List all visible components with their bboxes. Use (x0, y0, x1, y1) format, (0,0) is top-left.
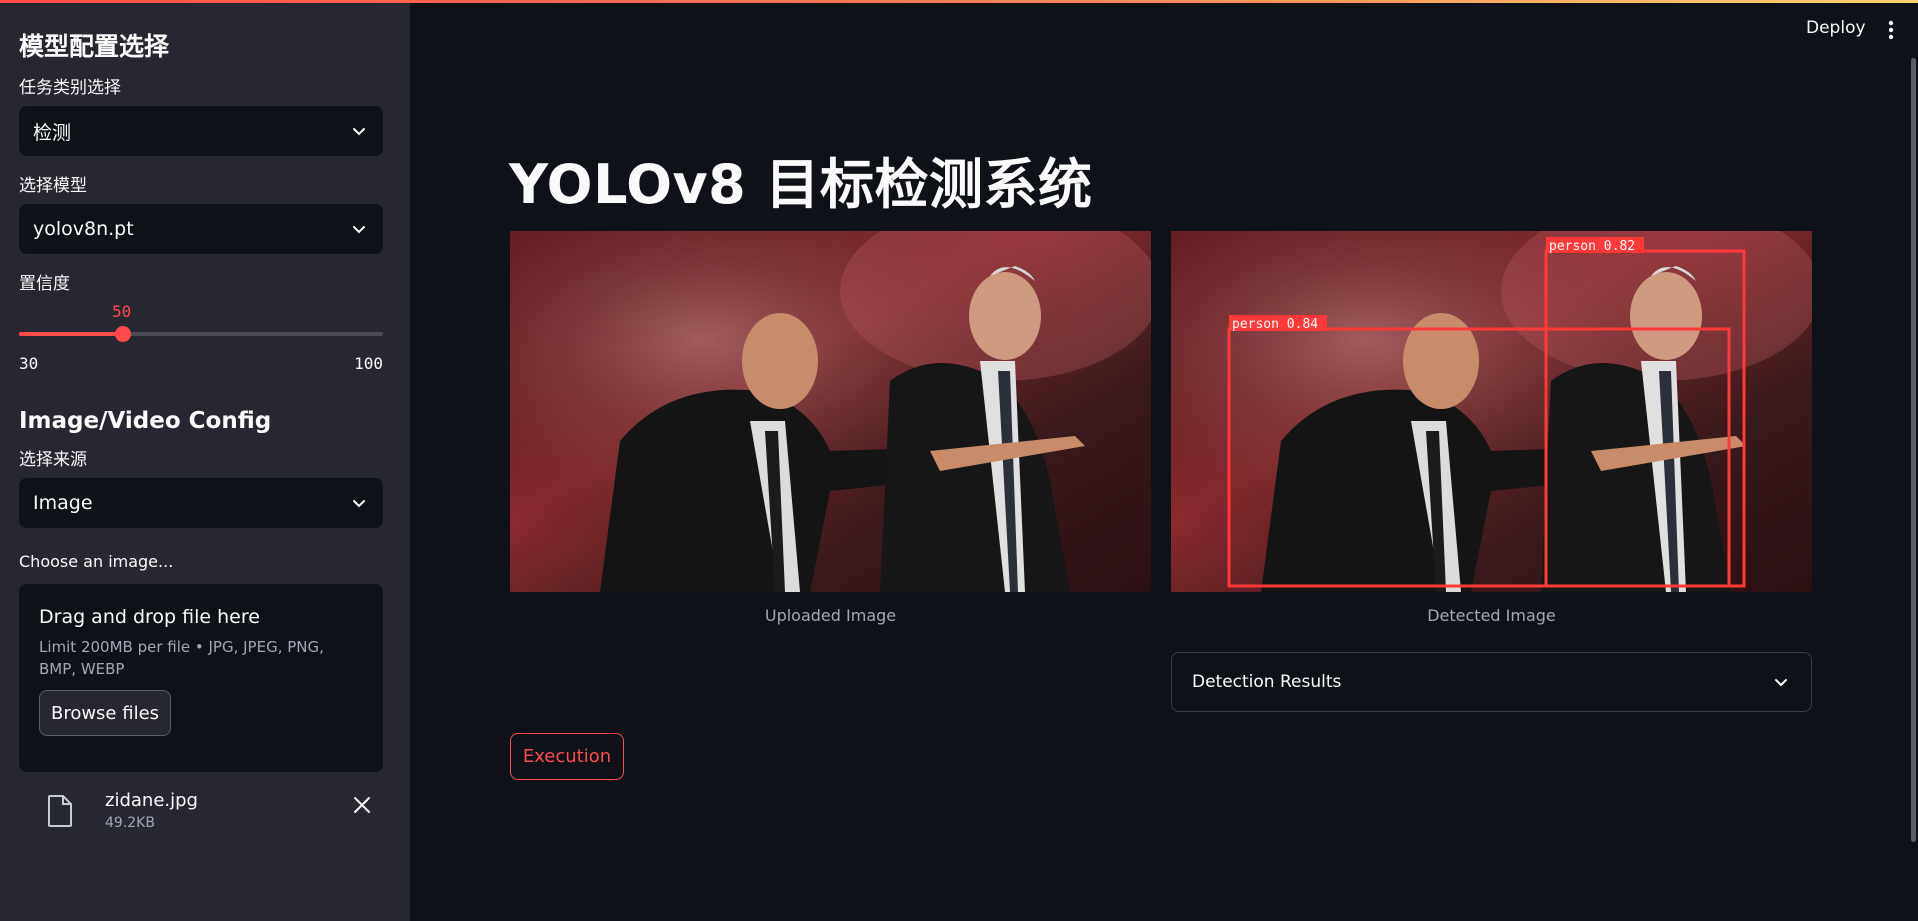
source-select[interactable]: Image (19, 478, 383, 528)
deploy-button[interactable]: Deploy (1806, 18, 1866, 38)
page-title: YOLOv8 目标检测系统 (509, 153, 1093, 216)
source-label: 选择来源 (19, 450, 87, 470)
chevron-down-icon (353, 128, 365, 136)
execution-button[interactable]: Execution (510, 733, 624, 780)
model-label: 选择模型 (19, 176, 87, 196)
chevron-down-icon (1775, 679, 1787, 687)
chevron-down-icon (353, 226, 365, 234)
file-uploader-dropzone[interactable]: Drag and drop file here Limit 200MB per … (19, 584, 383, 772)
dropzone-hint: Limit 200MB per file • JPG, JPEG, PNG, B… (39, 638, 324, 678)
browse-files-button[interactable]: Browse files (39, 690, 171, 736)
model-select-value: yolov8n.pt (33, 218, 134, 240)
model-select[interactable]: yolov8n.pt (19, 204, 383, 254)
file-size: 49.2KB (105, 815, 155, 831)
chevron-down-icon (353, 500, 365, 508)
task-select[interactable]: 检测 (19, 106, 383, 156)
close-icon[interactable] (353, 796, 371, 814)
slider-min: 30 (19, 354, 39, 373)
uploader-label: Choose an image... (19, 552, 174, 571)
task-label: 任务类别选择 (19, 78, 121, 98)
confidence-value: 50 (112, 302, 132, 321)
confidence-label: 置信度 (19, 274, 70, 294)
source-select-value: Image (33, 492, 93, 514)
detected-image: person 0.84 person 0.82 (1171, 231, 1812, 592)
file-meta: zidane.jpg 49.2KB (105, 790, 198, 831)
uploaded-image (510, 231, 1151, 592)
detection-label-2: person 0.82 (1549, 239, 1635, 254)
detection-results-expander[interactable]: Detection Results (1171, 652, 1812, 712)
uploaded-file-row: zidane.jpg 49.2KB (19, 790, 391, 831)
more-menu-icon[interactable] (1888, 20, 1894, 40)
uploaded-image-caption: Uploaded Image (764, 606, 897, 625)
main-scrollbar[interactable] (1911, 58, 1916, 842)
file-name: zidane.jpg (105, 790, 198, 811)
detection-results-label: Detection Results (1192, 672, 1342, 692)
detected-image-caption: Detected Image (1427, 606, 1556, 625)
confidence-slider[interactable]: 50 30 100 (19, 302, 383, 373)
slider-max: 100 (354, 354, 383, 373)
slider-thumb[interactable] (114, 326, 131, 342)
source-config-heading: Image/Video Config (19, 408, 272, 434)
dropzone-title: Drag and drop file here (39, 606, 260, 628)
file-icon (48, 794, 72, 827)
model-config-heading: 模型配置选择 (19, 32, 170, 61)
sidebar: 模型配置选择 任务类别选择 检测 选择模型 yolov8n.pt 置信度 50 … (0, 0, 410, 921)
task-select-value: 检测 (33, 121, 72, 144)
top-decoration-bar (0, 0, 1918, 3)
slider-track[interactable] (19, 332, 383, 336)
detection-label-1: person 0.84 (1232, 317, 1318, 332)
slider-fill (19, 332, 123, 336)
